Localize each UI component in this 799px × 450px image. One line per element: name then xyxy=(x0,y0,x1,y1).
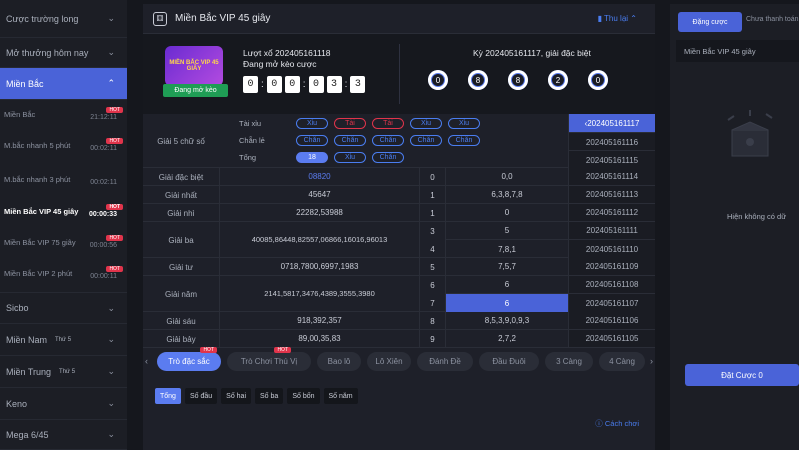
sidebar-item-mega[interactable]: Mega 6/45 ⌄ xyxy=(0,420,127,450)
highlighted-cell: 6 xyxy=(446,294,568,312)
table-row: Giải đặc biệt 08820 0 0,0 202405161114 xyxy=(143,168,655,186)
tab-bao-lo[interactable]: Bao lô xyxy=(317,352,361,371)
sidebar-item-mien-nam[interactable]: Miền Nam Thứ 5 ⌄ xyxy=(0,324,127,356)
draw-info: MIỀN BẮC VIP 45 GIÂY Đang mở kèo Lượt xổ… xyxy=(143,34,655,114)
game-logo: MIỀN BẮC VIP 45 GIÂY xyxy=(165,46,223,86)
subtab-tong[interactable]: Tổng xyxy=(155,388,181,404)
period-item[interactable]: 202405161116 xyxy=(568,132,655,150)
chevron-down-icon: ⌄ xyxy=(107,398,115,408)
sidebar-sub-5-phut[interactable]: M.bắc nhanh 5 phút 00:02:11 HOT xyxy=(0,138,127,161)
last-period: Kỳ 202405161117, giải đặc biệt xyxy=(473,48,591,58)
result-ball: 8 xyxy=(468,70,488,90)
result-balls: 0 8 8 2 0 xyxy=(428,70,608,90)
chevron-down-icon: ⌄ xyxy=(107,13,115,23)
sidebar: Cược trường long ⌄ Mở thưởng hôm nay ⌄ Miề… xyxy=(0,0,127,450)
info-icon: ⓘ xyxy=(595,419,605,428)
tab-dau-duoi[interactable]: Đầu Đuôi xyxy=(479,352,539,371)
table-row: Giải ba 40085,86448,82557,06866,16016,96… xyxy=(143,222,655,258)
tab-chua-thanh-toan[interactable]: Chưa thanh toán xyxy=(746,16,799,23)
table-row: Giải năm 2141,5817,3476,4389,3555,3980 6… xyxy=(143,276,655,312)
main-panel: ⚅ Miền Bắc VIP 45 giây ▮ Thu lại ⌃ MIỀN … xyxy=(143,4,655,450)
chevron-down-icon: ⌄ xyxy=(107,47,115,57)
chevron-left-icon[interactable]: ‹ xyxy=(145,356,148,366)
table-row: Giải nhì 22282,53988 1 0 202405161112 xyxy=(143,204,655,222)
sidebar-sub-3-phut[interactable]: M.bắc nhanh 3 phút 00:02:11 xyxy=(0,175,127,195)
chevron-down-icon: ⌄ xyxy=(107,429,115,439)
tab-tro-choi-thu-vi[interactable]: Trò Chơi Thú Vị HOT xyxy=(227,347,311,371)
sidebar-item-sicbo[interactable]: Sicbo ⌄ xyxy=(0,292,127,324)
sidebar-item-mo-thuong[interactable]: Mở thưởng hôm nay ⌄ xyxy=(0,38,127,68)
game-title: Miền Bắc VIP 45 giây xyxy=(175,13,271,24)
sidebar-item-mien-trung[interactable]: Miền Trung Thứ 5 ⌄ xyxy=(0,356,127,388)
result-ball: 2 xyxy=(548,70,568,90)
countdown-timer: 0 : 0 0 : 0 3 : 3 xyxy=(243,76,366,93)
tab-lo-xien[interactable]: Lô Xiên xyxy=(367,352,411,371)
how-to-play-link[interactable]: ⓘ Cách chơi xyxy=(595,418,639,429)
sidebar-item-mien-bac[interactable]: Miền Bắc ⌃ xyxy=(0,68,127,100)
subtab-so-dau[interactable]: Số đầu xyxy=(184,388,218,404)
table-row: Giải tư 0718,7800,6997,1983 5 7,5,7 2024… xyxy=(143,258,655,276)
status-badge: Đang mở kèo xyxy=(163,84,228,97)
sidebar-sub-mien-bac[interactable]: Miền Bắc 21:12:11 HOT xyxy=(0,107,127,130)
stats-row: Giải 5 chữ số Tài xỉu Xỉu Tài Tài Xỉu Xỉ… xyxy=(143,114,655,168)
divider xyxy=(399,44,400,104)
sidebar-sub-vip-45[interactable]: Miền Bắc VIP 45 giây 00:00:33 HOT xyxy=(0,204,127,227)
period-item[interactable]: 202405161115 xyxy=(568,150,655,168)
tab-4-cang[interactable]: 4 Càng xyxy=(599,352,645,371)
draw-number: Lượt xổ 202405161118 xyxy=(243,48,331,58)
result-ball: 0 xyxy=(428,70,448,90)
empty-box-icon xyxy=(727,110,773,157)
dice-icon: ⚅ xyxy=(153,11,167,26)
sub-tabs: Tổng Số đầu Số hai Số ba Số bốn Số năm xyxy=(155,388,358,404)
chevron-right-icon[interactable]: › xyxy=(650,356,653,366)
table-row: Giải bảy 89,00,35,83 9 2,7,2 20240516110… xyxy=(143,330,655,348)
tab-danh-de[interactable]: Đánh Đề xyxy=(417,352,473,371)
open-status: Đang mở kèo cược xyxy=(243,59,317,69)
table-row: Giải nhất 45647 1 6,3,8,7,8 202405161113 xyxy=(143,186,655,204)
chevron-up-icon: ⌃ xyxy=(107,78,115,88)
chevron-down-icon: ⌄ xyxy=(107,334,115,344)
result-ball: 8 xyxy=(508,70,528,90)
period-item-active[interactable]: ‹ 202405161117 xyxy=(568,114,655,132)
place-bet-button[interactable]: Đặt Cược 0 xyxy=(685,364,799,386)
collapse-button[interactable]: ▮ Thu lại ⌃ xyxy=(598,14,637,23)
game-header: ⚅ Miền Bắc VIP 45 giây ▮ Thu lại ⌃ xyxy=(143,4,655,34)
empty-message: Hiện không có dữ xyxy=(727,212,787,221)
tab-dang-cuoc[interactable]: Đặng cược xyxy=(678,12,742,32)
subtab-so-ba[interactable]: Số ba xyxy=(255,388,284,404)
bet-type-tabs: ‹ Trò đặc sắc HOT Trò Chơi Thú Vị HOT Bao … xyxy=(143,347,655,376)
bet-slip-panel: Đặng cược Chưa thanh toán Miền Bắc VIP 4… xyxy=(670,4,799,450)
tab-tro-dac-sac[interactable]: Trò đặc sắc HOT xyxy=(157,347,221,371)
result-ball: 0 xyxy=(588,70,608,90)
tab-3-cang[interactable]: 3 Càng xyxy=(545,352,593,371)
chevron-down-icon: ⌄ xyxy=(107,366,115,376)
sidebar-sub-vip-2[interactable]: Miền Bắc VIP 2 phút 00:00:11 HOT xyxy=(0,266,127,289)
subtab-so-nam[interactable]: Số năm xyxy=(323,388,358,404)
sidebar-item-keno[interactable]: Keno ⌄ xyxy=(0,388,127,420)
sidebar-sub-vip-75[interactable]: Miền Bắc VIP 75 giây 00:00:56 HOT xyxy=(0,235,127,258)
subtab-so-hai[interactable]: Số hai xyxy=(221,388,252,404)
chevron-down-icon: ⌄ xyxy=(107,302,115,313)
sidebar-item-truong-long[interactable]: Cược trường long ⌄ xyxy=(0,0,127,38)
game-selector[interactable]: Miền Bắc VIP 45 giây xyxy=(676,40,799,62)
table-row: Giải sáu 918,392,357 8 8,5,3,9,0,9,3 202… xyxy=(143,312,655,330)
subtab-so-bon[interactable]: Số bốn xyxy=(287,388,320,404)
